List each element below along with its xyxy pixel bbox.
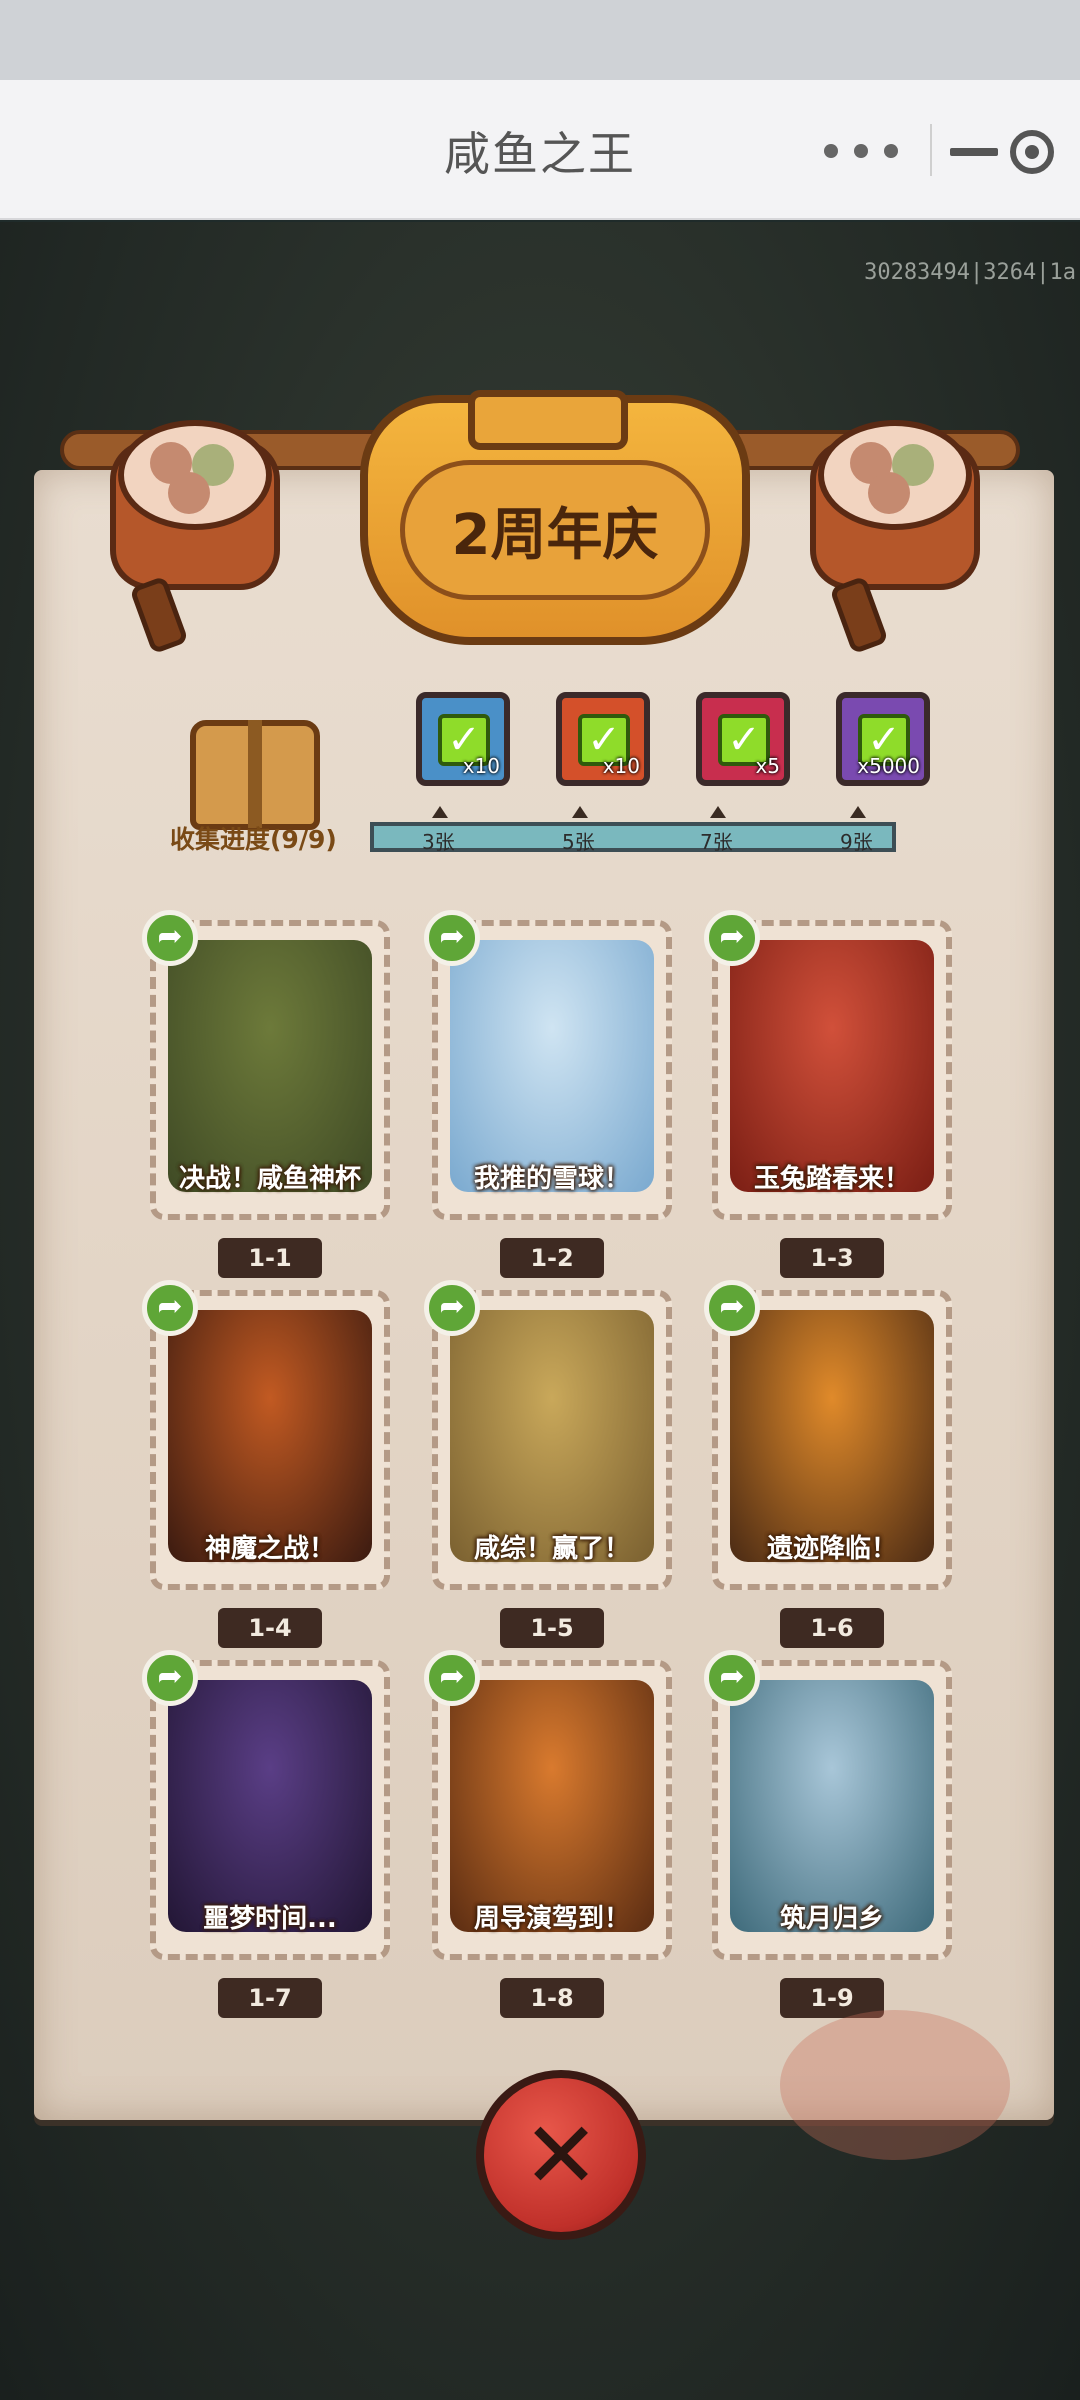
milestone-marker	[572, 806, 588, 818]
level-tag: 1-4	[218, 1608, 322, 1648]
story-illustration	[730, 1680, 934, 1932]
share-arrow-icon[interactable]: ➦	[142, 1650, 198, 1706]
story-caption: 神魔之战！	[204, 1534, 335, 1564]
photo-top-edge	[0, 0, 1080, 80]
close-x-icon: ✕	[522, 2102, 600, 2209]
story-card-1-4[interactable]: 神魔之战！	[150, 1290, 390, 1590]
share-arrow-icon[interactable]: ➦	[142, 910, 198, 966]
more-dots-icon[interactable]	[820, 136, 904, 166]
story-illustration	[730, 1310, 934, 1562]
milestone-label: 7张	[700, 830, 733, 854]
story-illustration	[450, 940, 654, 1192]
story-card-1-3[interactable]: 玉兔踏春来！	[712, 920, 952, 1220]
capsule-menu	[760, 112, 1060, 188]
event-title: 2周年庆	[451, 503, 659, 568]
collection-box-icon	[190, 720, 320, 830]
milestone-label: 9张	[840, 830, 873, 854]
milestone-marker	[710, 806, 726, 818]
reward-quantity: x5	[755, 754, 780, 778]
story-caption: 周导演驾到！	[473, 1904, 630, 1934]
story-caption: 咸综！赢了！	[473, 1534, 630, 1564]
story-illustration	[168, 940, 372, 1192]
story-caption: 遗迹降临！	[766, 1534, 897, 1564]
story-caption: 噩梦时间...	[203, 1904, 337, 1934]
reward-quantity: x10	[462, 754, 500, 778]
story-illustration	[450, 1310, 654, 1562]
story-card-1-5[interactable]: 咸综！赢了！	[432, 1290, 672, 1590]
user-id-text: 30283494|3264|1a	[864, 260, 1076, 285]
drum-right-icon	[810, 420, 980, 655]
share-arrow-icon[interactable]: ➦	[704, 1650, 760, 1706]
mini-program-titlebar: 咸鱼之王	[0, 80, 1080, 220]
milestone-marker	[850, 806, 866, 818]
target-close-icon[interactable]	[1010, 130, 1054, 174]
level-tag: 1-6	[780, 1608, 884, 1648]
level-tag: 1-3	[780, 1238, 884, 1278]
capsule-divider	[930, 124, 932, 176]
story-card-1-7[interactable]: 噩梦时间...	[150, 1660, 390, 1960]
drum-left-icon	[110, 420, 280, 655]
equipment-chest-icon[interactable]: ✓ x10	[416, 692, 510, 786]
story-card-1-8[interactable]: 周导演驾到！	[432, 1660, 672, 1960]
reward-quantity: x5000	[857, 754, 920, 778]
collection-progress-label: 收集进度(9/9)	[170, 825, 337, 854]
share-arrow-icon[interactable]: ➦	[424, 1650, 480, 1706]
level-tag: 1-1	[218, 1238, 322, 1278]
story-card-1-2[interactable]: 我推的雪球！	[432, 920, 672, 1220]
key-chest-icon[interactable]: ✓ x10	[556, 692, 650, 786]
milestone-label: 5张	[562, 830, 595, 854]
gem-egg-icon[interactable]: ✓ x5	[696, 692, 790, 786]
silver-ingot-icon[interactable]: ✓ x5000	[836, 692, 930, 786]
share-arrow-icon[interactable]: ➦	[704, 910, 760, 966]
story-card-1-9[interactable]: 筑月归乡	[712, 1660, 952, 1960]
milestone-marker	[432, 806, 448, 818]
story-card-1-6[interactable]: 遗迹降临！	[712, 1290, 952, 1590]
close-button[interactable]: ✕	[476, 2070, 646, 2240]
story-illustration	[168, 1310, 372, 1562]
story-caption: 决战！咸鱼神杯	[178, 1164, 361, 1194]
milestone-label: 3张	[422, 830, 455, 854]
share-arrow-icon[interactable]: ➦	[424, 910, 480, 966]
level-tag: 1-7	[218, 1978, 322, 2018]
story-card-1-1[interactable]: 决战！咸鱼神杯	[150, 920, 390, 1220]
story-illustration	[730, 940, 934, 1192]
reward-quantity: x10	[602, 754, 640, 778]
share-arrow-icon[interactable]: ➦	[424, 1280, 480, 1336]
story-caption: 玉兔踏春来！	[753, 1164, 910, 1194]
share-arrow-icon[interactable]: ➦	[704, 1280, 760, 1336]
story-caption: 筑月归乡	[779, 1904, 884, 1934]
level-tag: 1-5	[500, 1608, 604, 1648]
minimize-icon[interactable]	[950, 148, 998, 156]
level-tag: 1-8	[500, 1978, 604, 2018]
level-tag: 1-2	[500, 1238, 604, 1278]
story-caption: 我推的雪球！	[473, 1164, 630, 1194]
banner-top	[468, 390, 628, 450]
story-illustration	[168, 1680, 372, 1932]
share-arrow-icon[interactable]: ➦	[142, 1280, 198, 1336]
story-illustration	[450, 1680, 654, 1932]
seal-stamp-icon	[780, 2010, 1010, 2160]
